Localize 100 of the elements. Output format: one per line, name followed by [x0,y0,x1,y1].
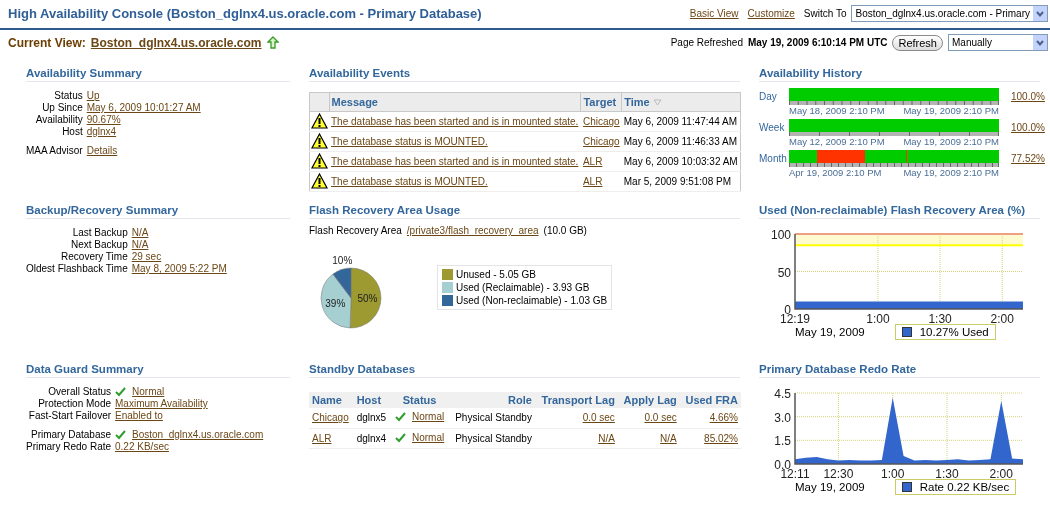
value-link[interactable]: N/A [598,432,615,444]
column-header[interactable]: Status [390,392,449,408]
axis-label: 4.5 [774,387,791,401]
section-heading: Availability Summary [26,67,290,82]
axis-label: 3.0 [774,410,791,425]
host-cell: dglnx5 [353,408,391,428]
event-message-link[interactable]: The database status is MOUNTED. [331,136,488,147]
sort-descending-icon [652,99,662,106]
warning-icon [311,132,328,149]
field-label: Status [53,90,83,101]
section-heading: Backup/Recovery Summary [26,204,290,219]
event-message-link[interactable]: The database has been started and is in mounted state. [331,156,579,167]
value-link[interactable]: 85.02% [704,432,738,444]
database-link[interactable]: ALR [312,432,332,444]
availability-percent-link[interactable]: 77.52% [1011,153,1045,164]
current-view-link[interactable]: Boston_dglnx4.us.oracle.com [90,35,262,50]
event-target-link[interactable]: Chicago [582,116,620,127]
column-header[interactable]: Message [329,92,581,112]
current-view-label: Current View: [8,35,86,50]
section-heading: Flash Recovery Area Usage [309,204,740,219]
database-link[interactable]: Chicago [312,412,349,424]
column-header[interactable]: Name [309,392,354,408]
field-value-link[interactable]: May 8, 2009 5:22 PM [131,263,227,274]
section-heading: Used (Non-reclaimable) Flash Recovery Area (%) [759,204,1040,219]
column-header[interactable]: Time [621,92,741,112]
header-link[interactable]: Basic View [689,8,739,19]
event-target-link[interactable]: ALR [582,176,603,187]
column-header[interactable]: Target [580,92,622,112]
axis-label: 1:30 [928,312,952,325]
role-cell: Physical Standby [448,428,535,448]
refresh-button[interactable]: Refresh [892,34,943,51]
field-label: Oldest Flashback Time [26,263,128,274]
field-value-link[interactable]: Boston_dglnx4.us.oracle.com [132,429,264,440]
section-heading: Standby Databases [309,363,740,378]
page-title: High Availability Console (Boston_dglnx4.us.oracle.com - Primary Database) [8,6,482,21]
field-value-link[interactable]: N/A [131,239,149,250]
event-time: May 6, 2009 11:46:33 AM [621,131,741,152]
column-header[interactable]: Apply Lag [617,392,680,408]
value-link[interactable]: N/A [660,432,677,444]
field-value-link[interactable]: 90.67% [86,114,121,125]
end-date: May 19, 2009 2:10 PM [903,105,999,117]
legend-label: Used (Reclaimable) - 3.93 GB [456,281,590,293]
warning-icon [311,112,328,129]
event-time: May 6, 2009 11:47:44 AM [621,111,741,132]
period-label: Month [759,153,788,164]
field-value-link[interactable]: 0.22 KB/sec [115,441,169,452]
axis-date: May 19, 2009 [795,326,865,338]
field-value-link[interactable]: Maximum Availability [115,398,208,409]
field-value-link[interactable]: dglnx4 [86,126,117,137]
axis-label: 100 [770,228,791,242]
end-date: May 19, 2009 2:10 PM [903,167,999,179]
axis-label: 50 [777,265,791,280]
event-time: Mar 5, 2009 9:51:08 PM [621,171,741,192]
event-target-link[interactable]: ALR [582,156,603,167]
event-target-link[interactable]: Chicago [582,136,620,147]
status-link[interactable]: Normal [411,431,445,443]
field-value-link[interactable]: May 6, 2009 10:01:27 AM [86,102,201,113]
axis-label: 1:00 [881,467,905,480]
axis-label: 2:00 [989,467,1013,480]
field-label: MAA Advisor [26,145,83,156]
section-heading: Data Guard Summary [26,363,290,378]
legend-label: 10.27% Used [919,326,989,338]
field-label: Overall Status [47,386,112,397]
event-message-link[interactable]: The database status is MOUNTED. [331,176,488,187]
value-link[interactable]: 0.0 sec [644,412,677,424]
slice-label: 50% [357,293,378,305]
field-label: Fast-Start Failover [27,410,112,421]
field-value-link[interactable]: Details [86,145,118,156]
status-link[interactable]: Normal [411,411,445,423]
section-heading: Availability History [759,67,1040,82]
field-value-link[interactable]: Normal [132,386,165,397]
column-header[interactable]: Transport Lag [534,392,618,408]
column-header[interactable]: Role [448,392,535,408]
field-label: Primary Database [30,429,112,440]
start-date: Apr 19, 2009 2:10 PM [789,167,882,179]
refresh-mode-dropdown[interactable]: Manually [948,34,1048,51]
header-link[interactable]: Customize [747,8,795,19]
field-value-link[interactable]: Up [86,90,100,101]
axis-label: 1:00 [866,312,890,325]
field-value-link[interactable]: N/A [131,227,149,238]
availability-percent-link[interactable]: 100.0% [1011,122,1045,133]
axis-date: May 19, 2009 [795,481,865,493]
event-message-link[interactable]: The database has been started and is in mounted state. [331,116,579,127]
legend-label: Used (Non-reclaimable) - 1.03 GB [456,294,608,306]
value-link[interactable]: 0.0 sec [582,412,615,424]
refreshed-label: Page Refreshed [670,37,743,48]
slice-label: 39% [325,298,346,309]
availability-percent-link[interactable]: 100.0% [1011,91,1045,102]
fra-path-link[interactable]: /private3/flash_recovery_area [406,225,539,236]
fra-label: Flash Recovery Area [309,225,402,236]
start-date: May 18, 2009 2:10 PM [789,105,885,117]
field-value-link[interactable]: 29 sec [131,251,162,262]
value-link[interactable]: 4.66% [709,412,738,424]
column-header[interactable]: Used FRA [679,392,741,408]
switch-label: Switch To [803,8,847,19]
column-header[interactable]: Host [353,392,391,408]
field-label: Up Since [41,102,83,113]
field-value-link[interactable]: Enabled to [115,410,163,421]
axis-label: 2:00 [990,312,1014,325]
switch-dropdown[interactable]: Boston_dglnx4.us.oracle.com - Primary [851,5,1048,22]
